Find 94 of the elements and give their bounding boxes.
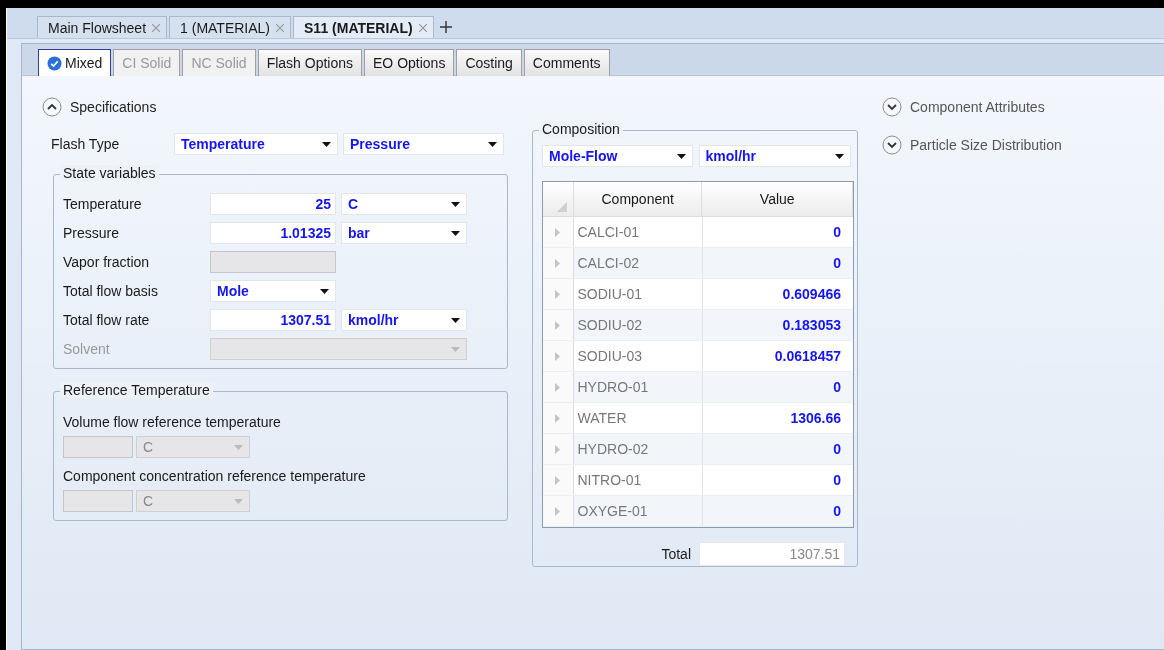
table-cell: OXYGE-01 [573,496,704,526]
caret-icon [451,230,460,236]
document-tab[interactable]: S11 (MATERIAL) [293,16,434,38]
group-title: State variables [60,165,159,181]
field-label: Pressure [63,225,121,241]
table-cell: WATER [573,403,704,433]
row-arrow-icon[interactable] [555,382,561,392]
tab-label: 1 (MATERIAL) [180,19,271,36]
table-cell[interactable]: 0 [703,217,853,247]
value-field[interactable]: 1.01325 [210,222,336,244]
close-icon[interactable] [152,23,161,32]
caret-icon [451,317,460,323]
section-title: Component Attributes [910,99,1045,115]
field-label: Flash Type [51,136,121,152]
section-header[interactable]: Specifications [42,96,508,118]
temperature-field[interactable] [63,490,133,512]
form-tab[interactable]: Flash Options [257,49,362,76]
corner-icon [556,202,567,212]
table-cell: HYDRO-01 [573,372,704,402]
row-arrow-icon[interactable] [555,475,561,485]
unit-select[interactable]: kmol/hr [698,145,851,167]
caret-icon [451,346,460,352]
row-arrow-icon[interactable] [555,444,561,454]
table-cell: SODIU-03 [573,341,704,371]
close-icon[interactable] [418,23,427,32]
value-field[interactable]: 25 [210,193,336,215]
document-tab[interactable]: 1 (MATERIAL) [169,16,292,38]
table-cell[interactable]: 0 [703,248,853,278]
form-tab[interactable]: Mixed [38,49,112,76]
value-field[interactable]: 1307.51 [210,309,336,331]
tab-label: S11 (MATERIAL) [304,19,413,36]
plus-icon [439,21,452,33]
table-cell[interactable]: 1306.66 [703,403,853,433]
table-cell: HYDRO-02 [573,434,704,464]
table-cell[interactable]: 0 [703,434,853,464]
field-label: Component concentration reference temperature [63,468,367,484]
row-arrow-icon[interactable] [555,320,561,330]
solvent-select[interactable] [210,338,467,360]
caret-icon [322,141,331,147]
field-label: Total [661,546,691,562]
caret-icon [234,444,243,450]
section-header[interactable]: Component Attributes [882,96,1062,118]
basis-select[interactable]: Mole [210,280,336,302]
unit-select[interactable]: bar [341,222,467,244]
close-icon[interactable] [276,23,285,32]
flash-type-select[interactable]: Temperature [174,133,338,155]
table-cell[interactable]: 0.183053 [703,310,853,340]
row-arrow-icon[interactable] [555,258,561,268]
table-cell[interactable]: 0 [703,372,853,402]
field-label: Solvent [63,341,111,357]
caret-icon [320,288,329,294]
field-label: Volume flow reference temperature [63,414,282,430]
row-arrow-icon[interactable] [555,289,561,299]
value-field[interactable] [210,251,336,273]
field-label: Total flow rate [63,312,151,328]
table-cell[interactable]: 0.609466 [703,279,853,309]
column-header[interactable]: Component [573,182,703,216]
table-cell: SODIU-02 [573,310,704,340]
table-cell[interactable]: 0 [703,465,853,495]
row-arrow-icon[interactable] [555,227,561,237]
caret-icon [451,201,460,207]
form-tab[interactable]: Comments [523,49,610,76]
field-label: Vapor fraction [63,254,151,270]
tab-label: Main Flowsheet [48,19,147,36]
column-header[interactable]: Value [702,182,853,216]
row-arrow-icon[interactable] [555,351,561,361]
table-cell[interactable]: 0 [703,496,853,526]
group-title: Composition [539,121,623,137]
section-title: Specifications [70,99,157,115]
caret-icon [835,153,844,159]
total-field[interactable]: 1307.51 [699,542,845,566]
unit-select[interactable]: C [341,193,467,215]
flash-type-select[interactable]: Pressure [343,133,504,155]
section-header[interactable]: Particle Size Distribution [882,134,1062,156]
section-title: Particle Size Distribution [910,137,1062,153]
row-arrow-icon[interactable] [555,413,561,423]
basis-select[interactable]: Mole-Flow [542,145,693,167]
table-cell: SODIU-01 [573,279,704,309]
form-tab[interactable]: Costing [456,49,522,76]
table-cell: NITRO-01 [573,465,704,495]
field-label: Total flow basis [63,283,159,299]
document-tab[interactable]: Main Flowsheet [37,16,168,38]
field-label: Temperature [63,196,143,212]
table-cell: CALCI-02 [573,248,704,278]
caret-icon [234,498,243,504]
group-title: Reference Temperature [60,382,213,398]
temperature-field[interactable] [63,436,133,458]
form-tab[interactable]: EO Options [364,49,455,76]
caret-icon [488,141,497,147]
table-cell: CALCI-01 [573,217,704,247]
unit-select[interactable]: kmol/hr [341,309,467,331]
row-arrow-icon[interactable] [555,506,561,516]
caret-icon [676,153,686,159]
table-cell[interactable]: 0.0618457 [703,341,853,371]
